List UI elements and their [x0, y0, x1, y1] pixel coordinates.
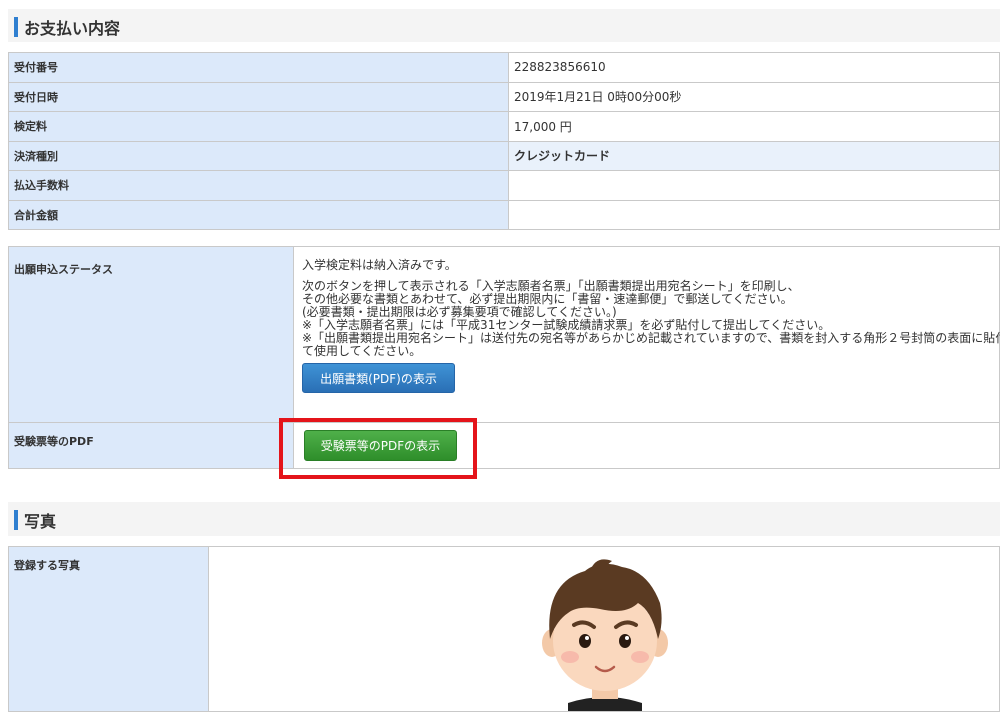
table-row: 払込手数料	[8, 170, 1000, 201]
exam-fee-value: 17,000 円	[508, 111, 1000, 142]
photo-section-header: 写真	[8, 502, 1000, 536]
instruction-line: て使用してください。	[302, 344, 422, 358]
table-row: 検定料 17,000 円	[8, 111, 1000, 142]
handling-fee-value	[508, 170, 1000, 201]
application-status-cell: 入学検定料は納入済みです。 次のボタンを押して表示される「入学志願者名票」「出願…	[293, 246, 1000, 423]
section-accent-bar	[14, 510, 18, 530]
table-row: 受付日時 2019年1月21日 0時00分00秒	[8, 81, 1000, 112]
photo-table: 登録する写真	[8, 546, 1000, 712]
table-row: 受験票等のPDF 受験票等のPDFの表示	[8, 422, 1000, 469]
registered-photo-avatar	[542, 559, 668, 711]
reception-number-label: 受付番号	[8, 52, 509, 83]
table-row: 登録する写真	[8, 546, 1000, 712]
section-accent-bar	[14, 17, 18, 37]
total-amount-value	[508, 199, 1000, 230]
highlight-box	[279, 418, 477, 479]
reception-datetime-value: 2019年1月21日 0時00分00秒	[508, 81, 1000, 112]
view-application-docs-pdf-button[interactable]: 出願書類(PDF)の表示	[302, 363, 455, 393]
payment-type-label: 決済種別	[8, 140, 509, 171]
application-status-text: 入学検定料は納入済みです。 次のボタンを押して表示される「入学志願者名票」「出願…	[302, 258, 1000, 393]
table-row: 合計金額	[8, 199, 1000, 230]
exam-pdf-label: 受験票等のPDF	[8, 422, 294, 469]
table-row: 受付番号 228823856610	[8, 52, 1000, 83]
table-row: 出願申込ステータス 入学検定料は納入済みです。 次のボタンを押して表示される「入…	[8, 246, 1000, 423]
payment-type-value: クレジットカード	[508, 140, 1000, 171]
fee-paid-message: 入学検定料は納入済みです。	[302, 258, 457, 272]
reception-datetime-label: 受付日時	[8, 81, 509, 112]
registered-photo-label: 登録する写真	[8, 546, 209, 712]
payment-table: 受付番号 228823856610 受付日時 2019年1月21日 0時00分0…	[8, 52, 1000, 230]
photo-section-title: 写真	[24, 512, 57, 531]
reception-number-value: 228823856610	[508, 52, 1000, 83]
payment-section-title: お支払い内容	[24, 19, 121, 38]
exam-fee-label: 検定料	[8, 111, 509, 142]
payment-section-header: お支払い内容	[8, 9, 1000, 42]
table-row: 決済種別 クレジットカード	[8, 140, 1000, 171]
total-amount-label: 合計金額	[8, 199, 509, 230]
handling-fee-label: 払込手数料	[8, 170, 509, 201]
instructions-text: 次のボタンを押して表示される「入学志願者名票」「出願書類提出用宛名シート」を印刷…	[302, 280, 1000, 358]
application-status-table: 出願申込ステータス 入学検定料は納入済みです。 次のボタンを押して表示される「入…	[8, 246, 1000, 469]
application-status-label: 出願申込ステータス	[8, 246, 294, 423]
